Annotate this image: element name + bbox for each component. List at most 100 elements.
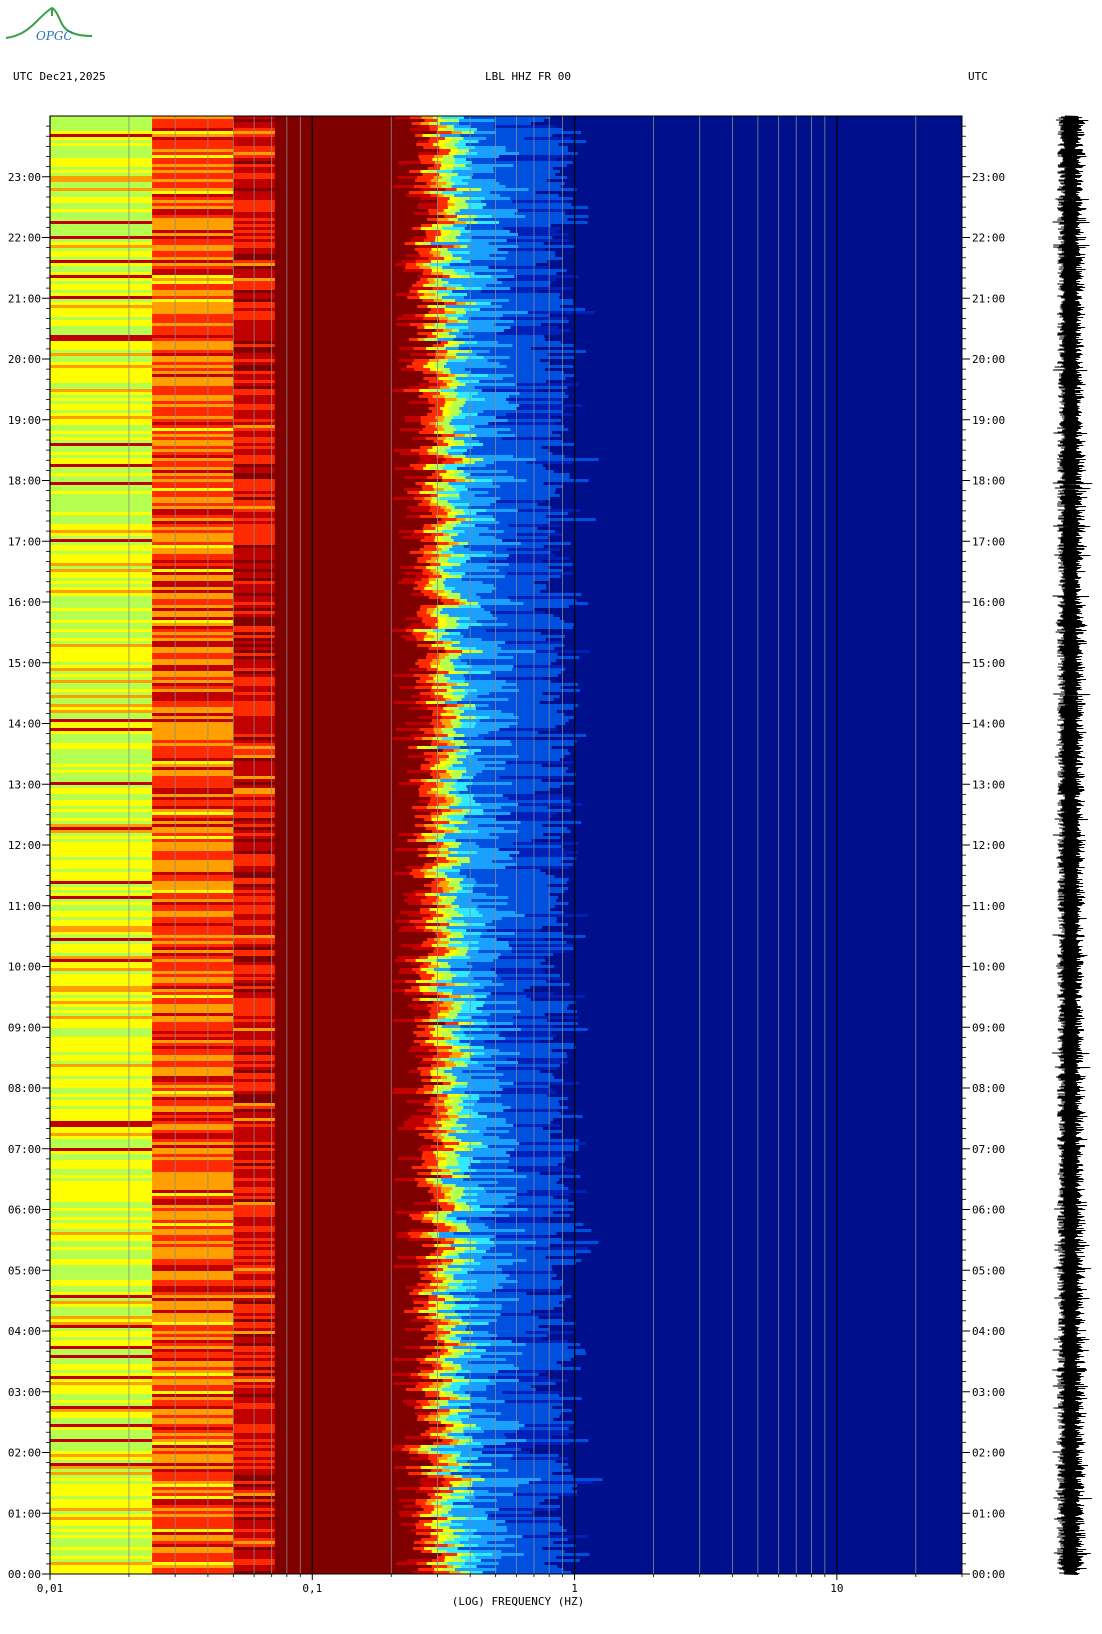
heatmap-cell bbox=[50, 1073, 153, 1076]
heatmap-cell bbox=[500, 1403, 564, 1406]
heatmap-row bbox=[50, 962, 541, 965]
heatmap-cell bbox=[447, 1094, 460, 1097]
heatmap-row bbox=[50, 1061, 568, 1064]
heatmap-cell bbox=[274, 1235, 397, 1238]
heatmap-cell bbox=[459, 836, 500, 839]
heatmap-cell bbox=[418, 716, 443, 719]
heatmap-cell bbox=[471, 1046, 485, 1049]
heatmap-cell bbox=[415, 1502, 426, 1505]
heatmap-cell bbox=[462, 722, 477, 725]
heatmap-cell bbox=[50, 1169, 153, 1172]
heatmap-cell bbox=[415, 1517, 439, 1520]
heatmap-cell bbox=[424, 1316, 432, 1319]
heatmap-cell bbox=[441, 1169, 451, 1172]
heatmap-cell bbox=[442, 461, 456, 464]
heatmap-cell bbox=[50, 425, 153, 428]
heatmap-cell bbox=[422, 737, 433, 740]
heatmap-cell bbox=[423, 365, 436, 368]
heatmap-cell bbox=[411, 932, 436, 935]
heatmap-cell bbox=[391, 680, 417, 683]
heatmap-cell bbox=[465, 602, 479, 605]
heatmap-cell bbox=[274, 1280, 408, 1283]
heatmap-cell bbox=[441, 722, 452, 725]
heatmap-cell bbox=[152, 1316, 234, 1319]
heatmap-cell bbox=[446, 383, 458, 386]
heatmap-cell bbox=[50, 458, 153, 461]
heatmap-cell bbox=[442, 812, 455, 815]
heatmap-cell bbox=[414, 710, 434, 713]
heatmap-cell bbox=[50, 659, 153, 662]
heatmap-cell bbox=[50, 962, 153, 965]
heatmap-cell bbox=[418, 1292, 426, 1295]
heatmap-cell bbox=[274, 755, 409, 758]
heatmap-cell bbox=[515, 386, 568, 389]
heatmap-cell bbox=[435, 329, 444, 332]
heatmap-cell bbox=[483, 1430, 517, 1433]
heatmap-cell bbox=[274, 929, 400, 932]
heatmap-cell bbox=[470, 1274, 510, 1277]
heatmap-cell bbox=[405, 419, 422, 422]
heatmap-cell bbox=[442, 530, 466, 533]
heatmap-cell bbox=[439, 848, 449, 851]
heatmap-cell bbox=[50, 1040, 153, 1043]
heatmap-cell bbox=[416, 1493, 429, 1496]
heatmap-cell bbox=[465, 689, 478, 692]
heatmap-cell bbox=[50, 800, 153, 803]
heatmap-cell bbox=[50, 1397, 153, 1400]
heatmap-cell bbox=[402, 1277, 422, 1280]
heatmap-cell bbox=[494, 518, 537, 521]
heatmap-row bbox=[50, 554, 555, 557]
heatmap-cell bbox=[50, 413, 153, 416]
heatmap-cell bbox=[526, 1439, 589, 1442]
heatmap-cell bbox=[417, 1418, 425, 1421]
heatmap-cell bbox=[492, 1259, 527, 1262]
heatmap-cell bbox=[50, 824, 153, 827]
heatmap-cell bbox=[455, 524, 476, 527]
heatmap-cell bbox=[152, 695, 234, 698]
heatmap-row bbox=[50, 1373, 539, 1376]
heatmap-cell bbox=[501, 371, 565, 374]
heatmap-cell bbox=[439, 332, 450, 335]
heatmap-cell bbox=[441, 716, 457, 719]
heatmap-cell bbox=[408, 1472, 422, 1475]
heatmap-row bbox=[50, 1019, 547, 1022]
heatmap-cell bbox=[442, 467, 458, 470]
heatmap-cell bbox=[422, 617, 439, 620]
heatmap-cell bbox=[457, 1547, 487, 1550]
heatmap-cell bbox=[413, 1031, 431, 1034]
heatmap-cell bbox=[428, 452, 439, 455]
heatmap-cell bbox=[427, 791, 438, 794]
heatmap-cell bbox=[446, 494, 460, 497]
heatmap-cell bbox=[274, 1481, 420, 1484]
heatmap-cell bbox=[425, 1325, 438, 1328]
heatmap-cell bbox=[152, 1211, 234, 1214]
heatmap-cell bbox=[398, 362, 413, 365]
heatmap-cell bbox=[484, 608, 534, 611]
heatmap-cell bbox=[152, 782, 234, 785]
heatmap-cell bbox=[527, 1190, 587, 1193]
heatmap-cell bbox=[152, 1481, 234, 1484]
heatmap-cell bbox=[274, 1478, 421, 1481]
heatmap-cell bbox=[497, 341, 561, 344]
heatmap-row bbox=[50, 1529, 567, 1532]
heatmap-cell bbox=[540, 1478, 603, 1481]
heatmap-cell bbox=[465, 1442, 482, 1445]
heatmap-cell bbox=[460, 1133, 484, 1136]
heatmap-cell bbox=[411, 947, 436, 950]
heatmap-row bbox=[50, 1385, 532, 1388]
heatmap-cell bbox=[447, 1265, 467, 1268]
heatmap-cell bbox=[488, 704, 525, 707]
heatmap-cell bbox=[411, 344, 434, 347]
heatmap-cell bbox=[502, 1415, 560, 1418]
heatmap-cell bbox=[446, 704, 458, 707]
heatmap-cell bbox=[420, 908, 431, 911]
heatmap-cell bbox=[406, 1067, 418, 1070]
heatmap-cell bbox=[50, 998, 153, 1001]
heatmap-cell bbox=[152, 1391, 234, 1394]
heatmap-cell bbox=[409, 920, 427, 923]
heatmap-cell bbox=[394, 557, 418, 560]
heatmap-cell bbox=[407, 896, 427, 899]
heatmap-cell bbox=[152, 1358, 234, 1361]
heatmap-cell bbox=[431, 1514, 442, 1517]
heatmap-cell bbox=[443, 1274, 455, 1277]
